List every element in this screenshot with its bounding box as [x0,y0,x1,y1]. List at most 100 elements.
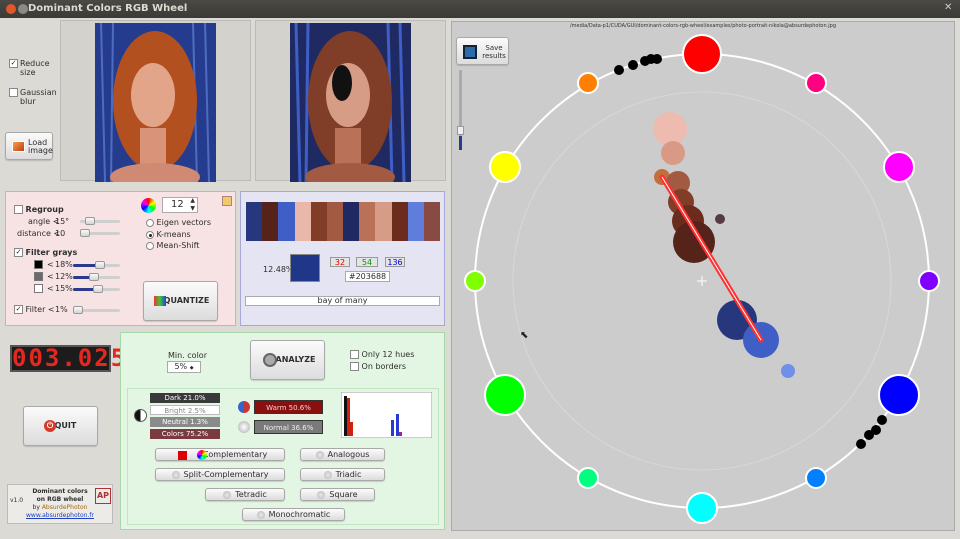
hue-violet [918,270,940,292]
window-close-x-icon[interactable]: ✕ [944,2,952,13]
min-color-value: 5% [174,362,188,371]
palette-swatch[interactable] [343,202,360,241]
palette-swatch[interactable] [246,202,263,241]
palette-swatch[interactable] [423,202,441,241]
quantize-button[interactable]: QUANTIZE [143,281,218,321]
square-button[interactable]: Square [300,488,375,501]
filter-slider-thumb[interactable] [73,306,83,314]
gaussian-blur-checkbox[interactable]: Gaussian blur [9,88,59,106]
gears-icon [263,353,277,367]
split-complementary-icon [171,470,180,479]
minimize-window-icon[interactable] [18,4,28,14]
filter-dark-value: 18% [55,260,73,269]
palette-bar[interactable] [246,202,441,241]
dark-stat: Dark 21.0% [150,393,220,403]
rgb-color-wheel [464,34,940,524]
histogram-chart [341,392,432,438]
hex-value: #203688 [345,271,390,282]
analogous-label: Analogous [327,450,370,459]
method-kmeans-label: K-means [156,230,191,239]
analogous-button[interactable]: Analogous [300,448,385,461]
close-window-icon[interactable] [6,4,16,14]
kmeans-radio-dot [146,230,154,239]
filter-checkbox[interactable]: ✓ Filter < [14,305,55,314]
red-value: 32 [330,257,350,267]
original-image-panel [60,20,251,182]
hue-yellow [489,151,521,183]
palette-swatch[interactable] [278,202,295,241]
filter-slider[interactable] [73,306,120,314]
palette-swatch[interactable] [294,202,311,241]
angle-slider-thumb[interactable] [85,217,95,225]
hue-spring-green [577,467,599,489]
color-count-spinbox[interactable]: 12 ▲ ▼ [162,197,198,213]
load-image-label: Load image [28,138,53,155]
image-icon [12,141,25,152]
monochromatic-button[interactable]: Monochromatic [242,508,345,521]
white-swatch [34,284,43,293]
tetradic-button[interactable]: Tetradic [205,488,285,501]
hue-cyan [686,492,718,524]
tetradic-label: Tetradic [235,490,267,499]
filter-bright-thumb[interactable] [93,285,103,293]
complementary-line-highlight [661,176,762,341]
palette-swatch[interactable] [326,202,344,241]
regroup-checkbox[interactable]: Regroup [14,205,64,214]
quit-label: QUIT [54,421,77,430]
filter-bright-slider[interactable] [73,285,120,293]
about-panel: v1.0 Dominant colors on RGB wheel by Abs… [7,484,113,524]
complementary-button[interactable]: Complementary [155,448,285,461]
palette-swatch[interactable] [262,202,279,241]
green-value: 54 [356,257,378,267]
distance-value: 10 [55,229,66,238]
triadic-button[interactable]: Triadic [300,468,385,481]
analyze-button[interactable]: ANALYZE [250,340,325,380]
filter-dark-thumb[interactable] [95,261,105,269]
split-complementary-button[interactable]: Split-Complementary [155,468,285,481]
min-color-spinbox[interactable]: 5% ◆ [167,361,201,373]
palette-swatch[interactable] [375,202,392,241]
palette-swatch[interactable] [310,202,327,241]
quit-button[interactable]: ⏻ QUIT [23,406,98,446]
filter-check-icon: ✓ [14,305,23,314]
spin-arrows-icon[interactable]: ▲ ▼ [190,197,195,213]
window-title: Dominant Colors RGB Wheel [28,3,188,14]
filter-neutral-thumb[interactable] [89,273,99,281]
neutral-stat: Neutral 1.3% [150,417,220,427]
palette-icon[interactable] [222,196,232,206]
histogram-bar [347,398,350,436]
method-meanshift-radio[interactable]: Mean-Shift [146,241,199,250]
on-borders-checkbox[interactable]: On borders [350,362,406,371]
normal-stat: Normal 36.6% [254,420,323,434]
power-icon: ⏻ [44,420,56,432]
method-eigen-radio[interactable]: Eigen vectors [146,218,211,227]
hue-magenta [883,151,915,183]
palette-swatch[interactable] [359,202,376,241]
yin-yang-icon [134,409,147,422]
angle-slider[interactable] [80,217,120,225]
only-hues-checkbox[interactable]: Only 12 hues [350,350,414,359]
filter-neutral-slider[interactable] [73,273,120,281]
selected-color-swatch [290,254,320,282]
palette-swatch[interactable] [391,202,408,241]
filter-dark-slider[interactable] [73,261,120,269]
hue-red [682,34,722,74]
method-eigen-label: Eigen vectors [156,218,211,227]
about-by: by [32,504,40,511]
distance-slider[interactable] [80,229,120,237]
gaussian-blur-box [9,88,18,97]
about-title-1: Dominant colors [32,488,88,495]
load-image-button[interactable]: Load image [5,132,53,160]
filter-grays-checkbox[interactable]: ✓ Filter grays [14,248,77,257]
reduce-size-checkbox[interactable]: ✓ Reduce size [9,59,59,77]
color-blob [653,112,687,146]
color-name: bay of many [245,296,440,306]
monochromatic-icon [256,510,265,519]
about-url-link[interactable]: www.absurdephoton.fr [20,512,100,519]
square-label: Square [329,490,358,499]
palette-swatch[interactable] [407,202,424,241]
method-kmeans-radio[interactable]: K-means [146,230,191,239]
distance-slider-thumb[interactable] [80,229,90,237]
split-complementary-label: Split-Complementary [183,470,269,479]
monochromatic-label: Monochromatic [268,510,331,519]
